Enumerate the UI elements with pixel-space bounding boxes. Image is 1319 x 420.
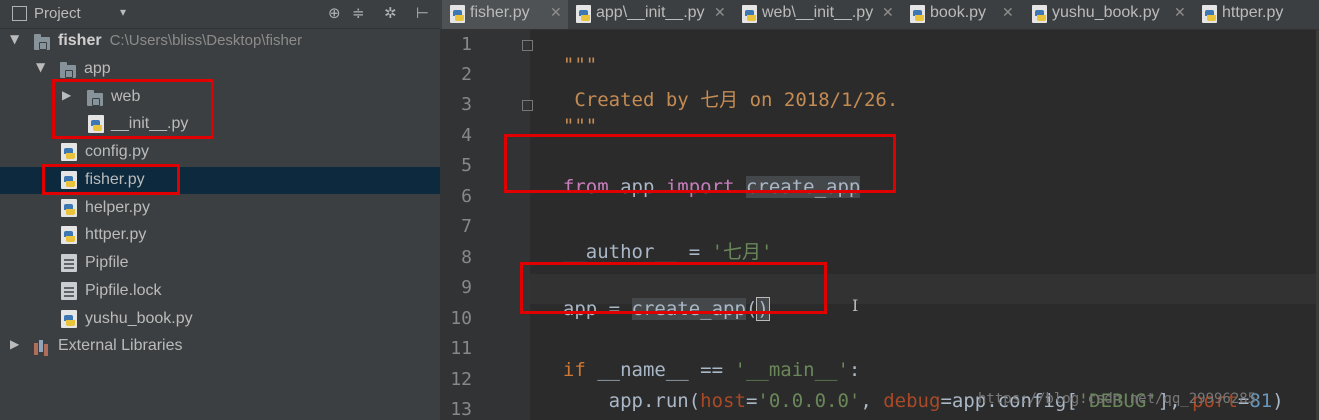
line-number: 5: [461, 155, 472, 176]
tree-item-pipfile[interactable]: Pipfile: [0, 250, 440, 277]
line-number: 3: [461, 94, 472, 115]
python-file-icon: [1202, 5, 1217, 23]
collapsed-arrow-icon[interactable]: ▶: [10, 337, 19, 351]
tree-item-label: config.py: [85, 143, 150, 160]
python-file-icon: [61, 310, 77, 328]
tree-item-fisher-root[interactable]: ▼ fisher C:\Users\bliss\Desktop\fisher: [0, 28, 440, 55]
close-icon[interactable]: ✕: [714, 5, 726, 21]
tree-item-label: yushu_book.py: [85, 310, 193, 327]
line-number: 9: [461, 277, 472, 298]
package-folder-icon: [60, 62, 76, 78]
line-number: 1: [461, 34, 472, 55]
gear-icon[interactable]: ✲: [384, 4, 397, 22]
tree-item-path: C:\Users\bliss\Desktop\fisher: [109, 32, 303, 49]
editor-tab-bar: fisher.py ✕ app\__init__.py ✕ web\__init…: [440, 0, 1319, 30]
python-file-icon: [61, 143, 77, 161]
tree-item-config[interactable]: config.py: [0, 139, 440, 166]
tab-app-init[interactable]: app\__init__.py ✕: [568, 0, 734, 29]
text-cursor-icon: I: [852, 296, 859, 315]
line-number: 6: [461, 186, 472, 207]
code-line-3: """: [540, 93, 597, 137]
comma: ,: [860, 390, 884, 412]
tab-fisher-py[interactable]: fisher.py ✕: [442, 0, 568, 29]
tree-item-label: Pipfile: [85, 254, 129, 271]
tree-item-label: fisher: [58, 32, 102, 49]
line-number: 8: [461, 247, 472, 268]
tree-item-label: External Libraries: [58, 337, 183, 354]
tab-label: web\__init__.py: [762, 4, 874, 21]
code-line-7: __author__ = '七月': [540, 215, 773, 264]
close-icon[interactable]: ✕: [882, 5, 894, 21]
python-file-icon: [910, 5, 925, 23]
project-panel: Project ▾ ⊕ ≑ ✲ ⊢ ▼ fisher C:\Users\bliss…: [0, 0, 440, 420]
tab-yushu-book[interactable]: yushu_book.py ✕: [1024, 0, 1194, 29]
python-file-icon: [450, 5, 465, 23]
fold-marker-icon[interactable]: [522, 100, 533, 111]
line-number: 13: [450, 399, 472, 420]
tree-item-label: helper.py: [85, 199, 150, 216]
folder-icon: [34, 34, 50, 50]
project-panel-header: Project ▾ ⊕ ≑ ✲ ⊢: [0, 0, 440, 29]
close-icon[interactable]: ✕: [1002, 5, 1014, 21]
tab-label: book.py: [930, 4, 987, 21]
highlight-box-fisher-py: [42, 164, 180, 195]
tree-item-label: httper.py: [85, 226, 147, 243]
close-icon[interactable]: ✕: [1174, 5, 1186, 21]
line-number: 12: [450, 369, 472, 390]
param-host: host: [700, 390, 746, 412]
hide-icon[interactable]: ⊢: [416, 4, 429, 22]
tab-label: app\__init__.py: [596, 4, 705, 21]
operator: =: [677, 241, 712, 263]
tree-item-label: Pipfile.lock: [85, 282, 162, 299]
expanded-arrow-icon[interactable]: ▼: [36, 60, 45, 74]
tree-item-label: app: [84, 60, 111, 77]
python-file-icon: [1032, 5, 1047, 23]
tab-label: fisher.py: [470, 4, 530, 21]
target-icon[interactable]: ⊕: [328, 4, 341, 22]
param-debug: debug: [883, 390, 941, 412]
watermark: https://blog.csdn.net/qq_29996285: [978, 391, 1257, 407]
fold-marker-icon[interactable]: [522, 40, 533, 51]
identifier-author: __author__: [562, 241, 678, 263]
tab-web-init[interactable]: web\__init__.py ✕: [734, 0, 902, 29]
project-view-selector[interactable]: Project: [34, 5, 81, 22]
close-icon[interactable]: ✕: [550, 5, 562, 21]
string-literal: '0.0.0.0': [757, 390, 861, 412]
tree-item-external-libraries[interactable]: ▶ External Libraries: [0, 333, 440, 360]
text-file-icon: [61, 282, 77, 300]
paren-close: ): [1272, 390, 1284, 412]
line-number: 7: [461, 216, 472, 237]
python-file-icon: [742, 5, 757, 23]
library-icon: [34, 337, 50, 355]
string-literal: '七月': [711, 241, 773, 263]
line-number: 2: [461, 64, 472, 85]
tab-httper-py[interactable]: httper.py: [1194, 0, 1319, 29]
line-number: 11: [450, 338, 472, 359]
line-number: 4: [461, 125, 472, 146]
tree-item-helper[interactable]: helper.py: [0, 195, 440, 222]
python-file-icon: [61, 199, 77, 217]
python-file-icon: [576, 5, 591, 23]
tab-label: yushu_book.py: [1052, 4, 1160, 21]
project-view-icon[interactable]: [12, 6, 27, 21]
highlight-box-create-app-call: [520, 262, 827, 314]
highlight-box-web-init: [52, 79, 214, 139]
call-app-run: app.run(: [562, 390, 701, 412]
tab-label: httper.py: [1222, 4, 1284, 21]
chevron-down-icon[interactable]: ▾: [120, 5, 126, 19]
tree-item-pipfile-lock[interactable]: Pipfile.lock: [0, 278, 440, 305]
tree-item-httper[interactable]: httper.py: [0, 222, 440, 249]
collapse-icon[interactable]: ≑: [352, 4, 365, 22]
expanded-arrow-icon[interactable]: ▼: [10, 32, 19, 46]
docstring-text: Created by 七月 on 2018/1/26.: [562, 89, 899, 111]
text-file-icon: [61, 254, 77, 272]
tree-item-yushu-book[interactable]: yushu_book.py: [0, 306, 440, 333]
line-number: 10: [450, 308, 472, 329]
highlight-box-import: [504, 134, 896, 193]
tab-book-py[interactable]: book.py ✕: [902, 0, 1024, 29]
operator: =: [745, 390, 758, 412]
python-file-icon: [61, 226, 77, 244]
